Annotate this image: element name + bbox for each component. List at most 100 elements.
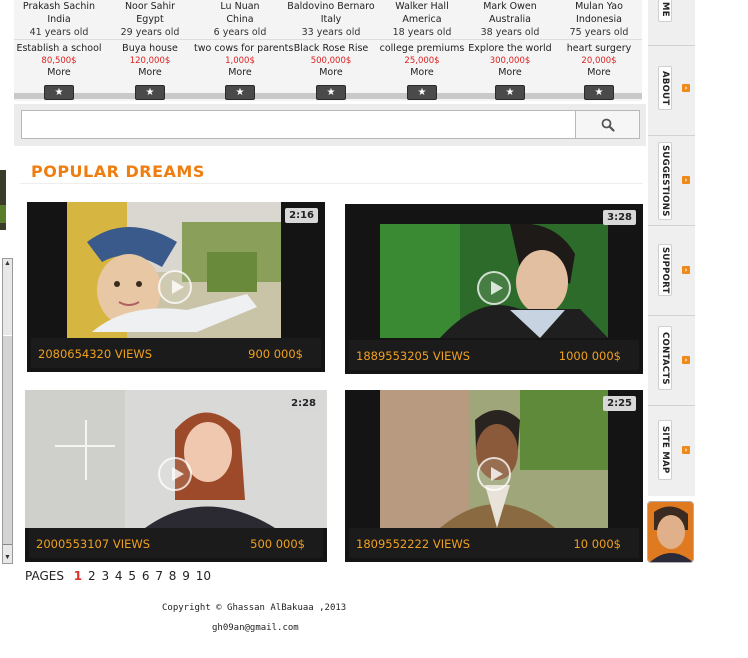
dreamer-price: 120,000$ <box>129 56 171 66</box>
sidebar-item-suggestions[interactable]: SUGGESTIONS › <box>648 136 695 226</box>
dreamer-dream: heart surgery <box>566 43 632 54</box>
sidebar-item-about[interactable]: ABOUT › <box>648 46 695 136</box>
sidebar-item-label: SUPPORT <box>660 246 670 294</box>
dreamer-country: India <box>47 14 71 25</box>
page-link[interactable]: 5 <box>128 569 136 583</box>
video-card[interactable]: 2:28 2000553107 VIEWS 500 000$ <box>25 390 327 562</box>
more-link[interactable]: More <box>465 67 555 79</box>
sidebar-item-label: SITE MAP <box>660 426 670 474</box>
page-link[interactable]: 10 <box>196 569 211 583</box>
dreamer-card: Noor Sahir Egypt 29 years old Buya house… <box>105 0 195 100</box>
video-views: 1809552222 VIEWS <box>356 537 471 551</box>
star-icon[interactable]: ★ <box>495 85 525 100</box>
star-icon[interactable]: ★ <box>44 85 74 100</box>
page-link[interactable]: 7 <box>155 569 163 583</box>
star-icon[interactable]: ★ <box>407 85 437 100</box>
copyright-text: Copyright © Ghassan AlBakuaa ,2013 <box>162 603 347 613</box>
search-input[interactable] <box>21 110 576 139</box>
video-card[interactable]: 3:28 1889553205 VIEWS 1000 000$ <box>345 204 643 374</box>
star-icon[interactable]: ★ <box>316 85 346 100</box>
sidebar-item-support[interactable]: SUPPORT › <box>648 226 695 316</box>
sidebar-tab[interactable]: SITE MAP <box>658 420 672 480</box>
video-stats: 2080654320 VIEWS 900 000$ <box>31 338 321 368</box>
play-icon[interactable] <box>477 271 511 305</box>
sidebar-tab[interactable]: ABOUT <box>658 66 672 110</box>
sidebar-item-label: SUGGESTIONS <box>660 145 670 217</box>
page-link[interactable]: 4 <box>115 569 123 583</box>
play-icon[interactable] <box>158 270 192 304</box>
video-card[interactable]: 2:16 2080654320 VIEWS 900 000$ <box>27 202 325 372</box>
page-link[interactable]: 8 <box>169 569 177 583</box>
dreamer-name: Mark Owen <box>483 1 537 12</box>
more-link[interactable]: More <box>377 67 467 79</box>
star-icon[interactable]: ★ <box>584 85 614 100</box>
avatar[interactable] <box>647 501 694 563</box>
video-amount: 10 000$ <box>573 537 621 551</box>
video-views: 1889553205 VIEWS <box>356 349 471 363</box>
dreamer-country: Australia <box>488 14 532 25</box>
more-link[interactable]: More <box>14 67 104 79</box>
arrow-icon: › <box>682 446 690 454</box>
sidebar-tab[interactable]: SUGGESTIONS <box>658 142 672 220</box>
dreamer-card: Mulan Yao Indonesia 75 years old heart s… <box>554 0 644 100</box>
search-button[interactable] <box>575 110 640 139</box>
left-scrollbar[interactable]: ▲ ▼ <box>2 258 13 564</box>
dreamer-price: 25,000$ <box>404 56 440 66</box>
dreamer-name: Prakash Sachin <box>22 1 96 12</box>
scroll-down-icon[interactable]: ▼ <box>3 553 12 563</box>
sidebar-item-label: ME <box>660 1 670 17</box>
dreamer-name: Noor Sahir <box>124 1 176 12</box>
dreamer-dream: Establish a school <box>16 43 102 54</box>
scroll-thumb[interactable] <box>3 335 12 545</box>
play-icon[interactable] <box>477 457 511 491</box>
page-link[interactable]: 9 <box>182 569 190 583</box>
dreamer-age: 29 years old <box>120 27 180 38</box>
page-link[interactable]: 6 <box>142 569 150 583</box>
divider <box>20 183 643 184</box>
right-sidebar: ME ABOUT › SUGGESTIONS › SUPPORT › CONTA… <box>648 0 695 496</box>
sidebar-item-label: CONTACTS <box>660 331 670 385</box>
dreamer-dream: two cows for parents <box>194 43 294 54</box>
dreamer-country: China <box>226 14 254 25</box>
more-link[interactable]: More <box>194 67 286 79</box>
dreamer-card: Prakash Sachin India 41 years old Establ… <box>14 0 104 100</box>
sidebar-item-home[interactable]: ME <box>648 0 695 46</box>
more-link[interactable]: More <box>286 67 376 79</box>
more-link[interactable]: More <box>105 67 195 79</box>
video-amount: 1000 000$ <box>558 349 621 363</box>
star-icon[interactable]: ★ <box>135 85 165 100</box>
arrow-icon: › <box>682 84 690 92</box>
dreamer-card: Baldovino Bernaro Italy 33 years old Bla… <box>286 0 376 100</box>
video-amount: 500 000$ <box>250 537 305 551</box>
play-icon[interactable] <box>158 457 192 491</box>
video-card[interactable]: 2:25 1809552222 VIEWS 10 000$ <box>345 390 643 562</box>
dreamer-age: 38 years old <box>480 27 540 38</box>
page-link[interactable]: 1 <box>74 569 82 583</box>
sidebar-item-contacts[interactable]: CONTACTS › <box>648 316 695 406</box>
dreamer-name: Walker Hall <box>395 1 449 12</box>
sidebar-item-label: ABOUT <box>660 70 670 106</box>
page-link[interactable]: 3 <box>101 569 109 583</box>
video-stats: 1889553205 VIEWS 1000 000$ <box>349 340 639 370</box>
arrow-icon: › <box>682 356 690 364</box>
contact-email[interactable]: gh09an@gmail.com <box>212 623 299 633</box>
dreamer-price: 300,000$ <box>489 56 531 66</box>
scroll-up-icon[interactable]: ▲ <box>3 259 12 269</box>
sidebar-tab[interactable]: SUPPORT <box>658 244 672 296</box>
star-icon[interactable]: ★ <box>225 85 255 100</box>
dreamer-dream: Buya house <box>122 43 178 54</box>
sidebar-tab[interactable]: CONTACTS <box>658 326 672 390</box>
more-link[interactable]: More <box>554 67 644 79</box>
page-link[interactable]: 2 <box>88 569 96 583</box>
dreamer-card: Walker Hall America 18 years old college… <box>377 0 467 100</box>
sidebar-tab[interactable]: ME <box>658 0 672 22</box>
video-stats: 2000553107 VIEWS 500 000$ <box>29 528 323 558</box>
video-views: 2080654320 VIEWS <box>38 347 153 361</box>
dreamer-card: Lu Nuan China 6 years old two cows for p… <box>194 0 294 100</box>
dreamer-age: 41 years old <box>29 27 89 38</box>
arrow-icon: › <box>682 176 690 184</box>
dreamer-price: 500,000$ <box>310 56 352 66</box>
dreamer-price: 1,000$ <box>225 56 255 66</box>
dreamer-age: 6 years old <box>213 27 267 38</box>
sidebar-item-site-map[interactable]: SITE MAP › <box>648 406 695 496</box>
